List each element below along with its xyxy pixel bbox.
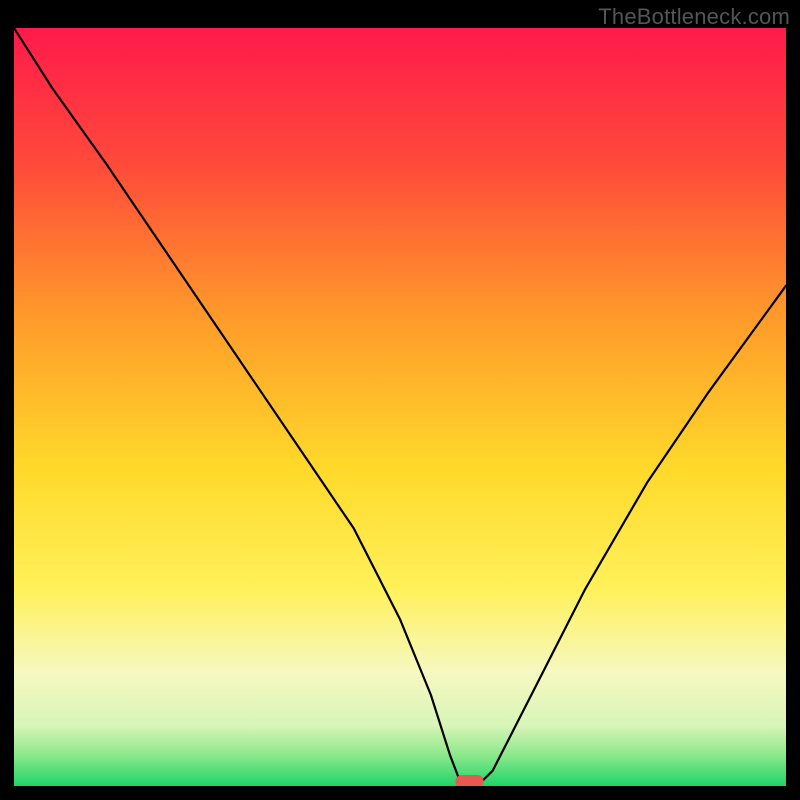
- plot-area: [14, 28, 786, 786]
- watermark-text: TheBottleneck.com: [598, 4, 790, 30]
- chart-frame: TheBottleneck.com: [0, 0, 800, 800]
- chart-svg: [14, 28, 786, 786]
- optimal-marker: [456, 775, 484, 786]
- gradient-background: [14, 28, 786, 786]
